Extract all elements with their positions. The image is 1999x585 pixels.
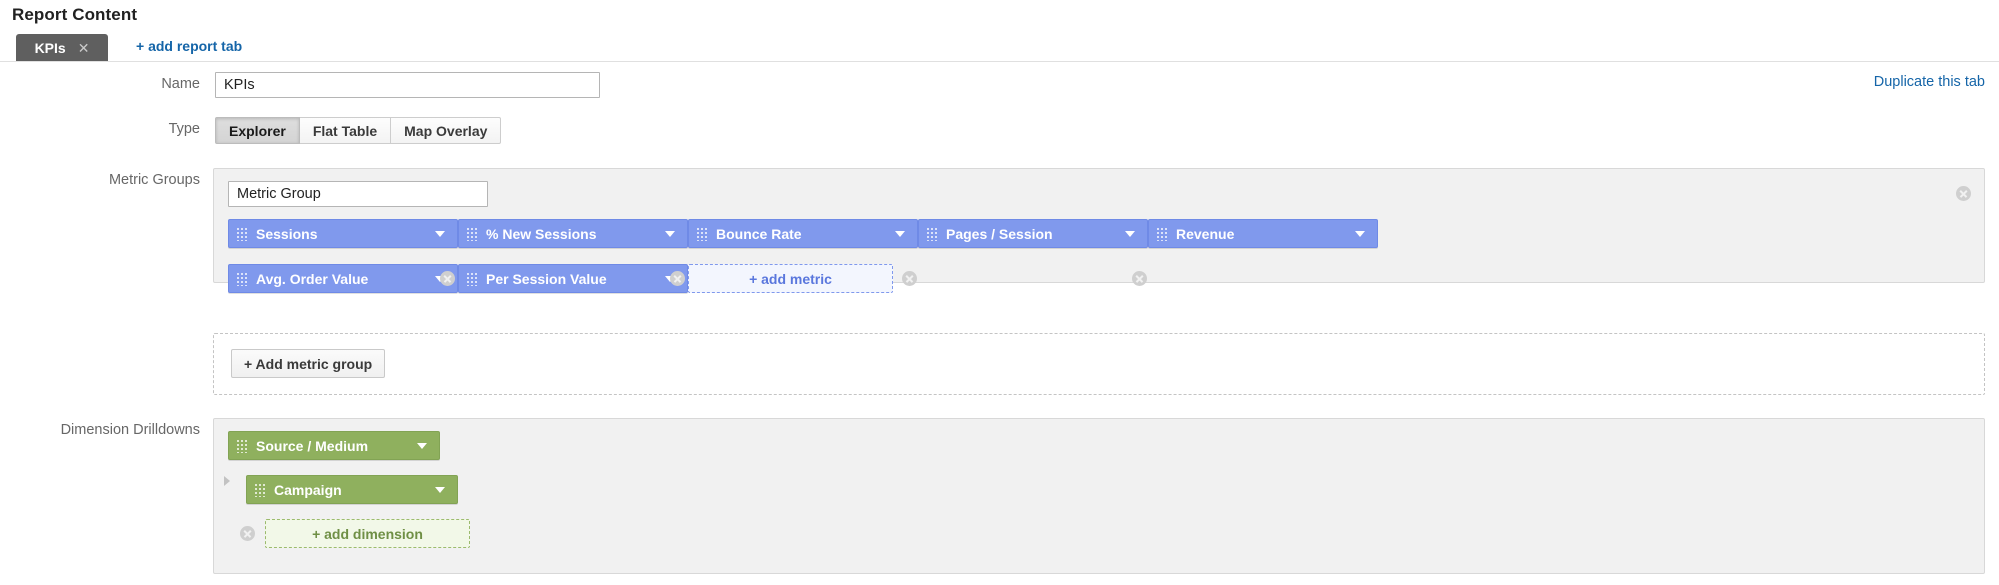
drag-handle-icon[interactable]: [466, 226, 479, 241]
drag-handle-icon[interactable]: [466, 271, 479, 286]
drag-handle-icon[interactable]: [236, 271, 249, 286]
chevron-down-icon[interactable]: [895, 230, 905, 237]
type-label: Type: [168, 121, 200, 137]
dimension-chip-label: Campaign: [274, 481, 342, 498]
remove-metric-button-3[interactable]: [902, 271, 917, 286]
metric-chip-bounce-rate[interactable]: Bounce Rate: [688, 219, 918, 248]
report-tab-strip: KPIs ✕ + add report tab: [0, 34, 1999, 62]
circled-x-icon: [1132, 271, 1147, 286]
remove-metric-button-4[interactable]: [1132, 271, 1147, 286]
type-option-map-overlay[interactable]: Map Overlay: [391, 117, 502, 144]
type-option-explorer[interactable]: Explorer: [215, 117, 300, 144]
close-icon[interactable]: ✕: [78, 41, 90, 55]
chevron-down-icon[interactable]: [1125, 230, 1135, 237]
add-dimension-button[interactable]: + add dimension: [265, 519, 470, 548]
metric-chip-new-sessions[interactable]: % New Sessions: [458, 219, 688, 248]
remove-dimension-button[interactable]: [240, 526, 255, 541]
metric-group-name-input[interactable]: [228, 181, 488, 207]
name-input[interactable]: [215, 72, 600, 98]
metric-chip-sessions[interactable]: Sessions: [228, 219, 458, 248]
name-label: Name: [161, 76, 200, 92]
add-metric-group-panel: + Add metric group: [213, 333, 1985, 395]
add-metric-button[interactable]: + add metric: [688, 264, 893, 293]
circled-x-icon: [670, 271, 685, 286]
metric-chip-per-session-value[interactable]: Per Session Value: [458, 264, 688, 293]
duplicate-tab-link[interactable]: Duplicate this tab: [1874, 74, 1985, 90]
remove-metric-button-1[interactable]: [440, 271, 455, 286]
chevron-down-icon[interactable]: [1355, 230, 1365, 237]
circled-x-icon: [240, 526, 255, 541]
metric-chip-avg-order-value[interactable]: Avg. Order Value: [228, 264, 458, 293]
metric-chip-label: Bounce Rate: [716, 225, 802, 242]
metric-chip-label: Per Session Value: [486, 270, 607, 287]
circled-x-icon: [1956, 186, 1971, 201]
report-type-segmented-control: Explorer Flat Table Map Overlay: [215, 117, 502, 144]
metric-chip-label: Sessions: [256, 225, 318, 242]
type-option-flat-table[interactable]: Flat Table: [299, 117, 392, 144]
chevron-down-icon[interactable]: [417, 442, 427, 449]
remove-metric-group-button[interactable]: [1956, 186, 1971, 201]
chevron-right-icon[interactable]: [224, 476, 230, 486]
drag-handle-icon[interactable]: [236, 438, 249, 453]
metric-chip-label: Pages / Session: [946, 225, 1053, 242]
metric-chip-label: Revenue: [1176, 225, 1235, 242]
metric-chip-pages-session[interactable]: Pages / Session: [918, 219, 1148, 248]
metric-chip-label: % New Sessions: [486, 225, 597, 242]
circled-x-icon: [902, 271, 917, 286]
metric-chip-label: Avg. Order Value: [256, 270, 369, 287]
add-report-tab-button[interactable]: + add report tab: [136, 38, 242, 54]
dimension-chip-campaign[interactable]: Campaign: [246, 475, 458, 504]
report-content-editor: Report Content KPIs ✕ + add report tab N…: [0, 0, 1999, 585]
drag-handle-icon[interactable]: [236, 226, 249, 241]
drag-handle-icon[interactable]: [696, 226, 709, 241]
metric-groups-label: Metric Groups: [108, 172, 200, 188]
remove-metric-button-2[interactable]: [670, 271, 685, 286]
report-tab-kpis[interactable]: KPIs ✕: [16, 34, 108, 61]
page-title: Report Content: [12, 5, 138, 24]
dimension-chip-label: Source / Medium: [256, 437, 369, 454]
add-metric-group-button[interactable]: + Add metric group: [231, 349, 386, 378]
chevron-down-icon[interactable]: [435, 486, 445, 493]
drag-handle-icon[interactable]: [254, 482, 267, 497]
dimension-drilldowns-label: Dimension Drilldowns: [60, 422, 200, 438]
metric-group-panel: Sessions % New Sessions Bounce Rate Page…: [213, 168, 1985, 293]
circled-x-icon: [440, 271, 455, 286]
report-tab-label: KPIs: [34, 39, 66, 56]
metric-chip-revenue[interactable]: Revenue: [1148, 219, 1378, 248]
chevron-down-icon[interactable]: [665, 230, 675, 237]
dimension-chip-source-medium[interactable]: Source / Medium: [228, 431, 440, 460]
chevron-down-icon[interactable]: [435, 230, 445, 237]
dimension-drilldowns-panel: Source / Medium Campaign + add dimension: [213, 418, 1985, 574]
drag-handle-icon[interactable]: [1156, 226, 1169, 241]
drag-handle-icon[interactable]: [926, 226, 939, 241]
